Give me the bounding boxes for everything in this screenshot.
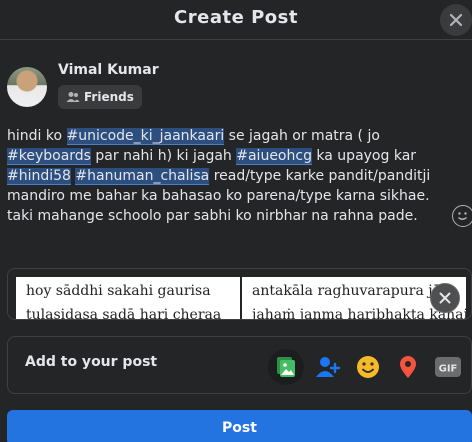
add-to-post-bar: Add to your post GIF: [7, 336, 472, 394]
feeling-icon: [357, 356, 379, 378]
hashtag-link[interactable]: #keyboards: [7, 148, 91, 165]
dialog-title: Create Post: [174, 7, 298, 28]
hashtag-link[interactable]: #aiueohcg: [236, 148, 312, 165]
preview-text-line: jahaṁ janma haribhakta kahai: [252, 307, 466, 320]
photo-video-icon: [277, 357, 295, 377]
tag-people-icon: [316, 357, 341, 377]
post-text-input[interactable]: hindi ko #unicode_ki_jaankaari se jagah …: [7, 126, 452, 226]
check-in-button[interactable]: [390, 349, 426, 385]
feeling-button[interactable]: [350, 349, 386, 385]
audience-selector[interactable]: Friends: [58, 85, 142, 109]
preview-text-line: antakāla raghuvarapura jāi: [252, 283, 446, 299]
gif-label: GIF: [439, 364, 458, 375]
hashtag-link[interactable]: #unicode_ki_jaankaari: [66, 128, 225, 145]
close-icon: [449, 13, 463, 27]
post-text-segment: se jagah or matra ( jo: [224, 128, 380, 144]
photo-video-button[interactable]: [268, 349, 304, 385]
remove-preview-button[interactable]: [430, 283, 460, 313]
post-text-segment: par nahi h) ki jagah: [90, 148, 237, 164]
post-text-segment: hindi ko: [7, 128, 67, 144]
add-to-post-label: Add to your post: [25, 354, 158, 370]
preview-text-line: hoy sāddhi sakahi gaurisa: [26, 283, 211, 299]
tag-people-button[interactable]: [310, 349, 346, 385]
emoji-button[interactable]: [452, 205, 472, 227]
gif-icon: GIF: [435, 357, 461, 377]
preview-text-line: tulasidasa sadā hari cheraa: [26, 307, 222, 320]
dialog-header: Create Post: [0, 0, 472, 40]
link-preview: hoy sāddhi sakahi gaurisa tulasidasa sad…: [7, 268, 472, 320]
emoji-icon: [458, 212, 467, 220]
audience-label: Friends: [84, 90, 134, 104]
hashtag-link[interactable]: #hindi58: [7, 168, 71, 185]
check-in-icon: [400, 356, 416, 378]
hashtag-link[interactable]: #hanuman_chalisa: [75, 168, 210, 185]
friends-icon: [66, 92, 80, 102]
close-button[interactable]: [440, 4, 472, 36]
close-icon: [439, 292, 451, 304]
preview-image-left: hoy sāddhi sakahi gaurisa tulasidasa sad…: [16, 277, 240, 320]
avatar[interactable]: [7, 67, 47, 107]
user-name: Vimal Kumar: [58, 62, 159, 78]
post-button[interactable]: Post: [7, 410, 472, 442]
post-text-segment: ka upayog kar: [311, 148, 417, 164]
gif-button[interactable]: GIF: [430, 349, 466, 385]
